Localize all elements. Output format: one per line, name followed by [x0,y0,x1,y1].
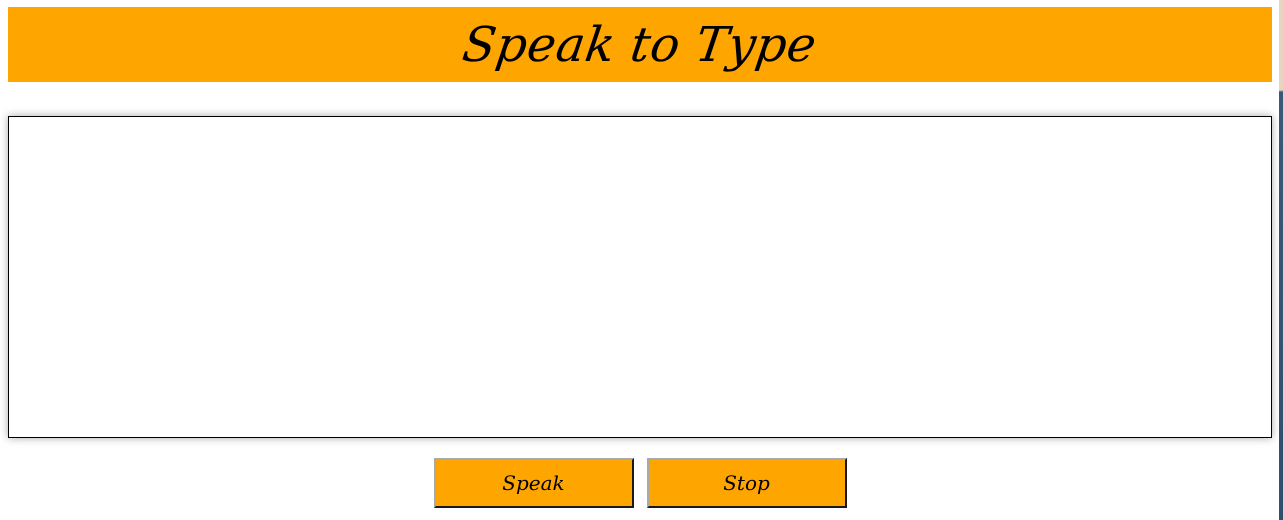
speak-to-type-page: Speak to Type Speak Stop [0,0,1283,520]
stop-button[interactable]: Stop [646,458,847,508]
window-edge [1279,0,1283,520]
header-banner: Speak to Type [8,7,1272,82]
page-title: Speak to Type [459,16,821,73]
control-buttons: Speak Stop [0,458,1280,508]
transcript-textarea[interactable] [8,116,1272,438]
transcript-container [8,116,1272,438]
speak-button[interactable]: Speak [433,458,634,508]
